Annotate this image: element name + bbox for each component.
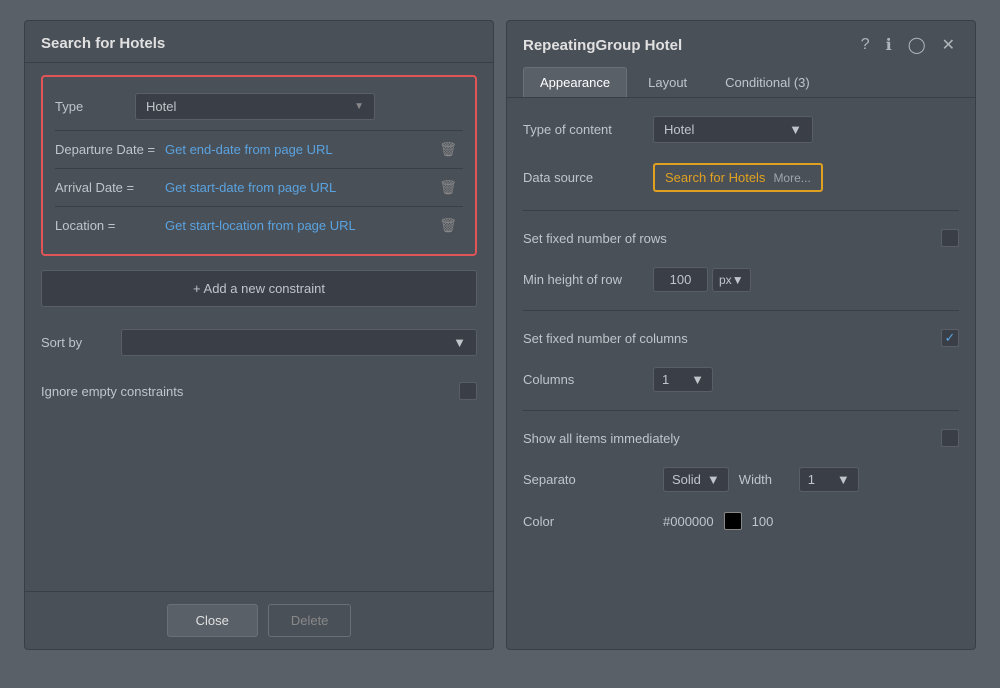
left-panel-content: Type Hotel ▼ Departure Date = Get end-da… xyxy=(25,63,493,591)
data-source-more[interactable]: More... xyxy=(773,171,810,185)
type-chevron-icon: ▼ xyxy=(354,101,364,112)
close-button[interactable]: Close xyxy=(167,604,258,637)
columns-row: Columns 1 ▼ xyxy=(523,363,959,396)
set-fixed-rows-row: Set fixed number of rows xyxy=(523,225,959,251)
divider-1 xyxy=(523,210,959,211)
color-swatch[interactable] xyxy=(724,512,742,530)
min-height-input[interactable] xyxy=(653,267,708,292)
min-height-unit-select[interactable]: px ▼ xyxy=(712,268,751,292)
add-constraint-button[interactable]: + Add a new constraint xyxy=(41,270,477,307)
right-panel-icons: ? ℹ ◯ ✕ xyxy=(857,33,959,57)
help-icon[interactable]: ? xyxy=(857,34,874,56)
ignore-row: Ignore empty constraints xyxy=(41,374,477,408)
show-all-checkbox[interactable] xyxy=(941,429,959,447)
data-source-row: Data source Search for Hotels More... xyxy=(523,159,959,196)
separator-select[interactable]: Solid ▼ xyxy=(663,467,729,492)
set-fixed-cols-checkbox[interactable]: ✓ xyxy=(941,329,959,347)
delete-constraint-2-icon[interactable]: 🗑 xyxy=(433,215,463,236)
sort-chevron-icon: ▼ xyxy=(453,335,466,350)
data-source-value: Search for Hotels xyxy=(665,170,765,185)
constraint-label-1: Arrival Date = xyxy=(55,180,165,195)
comment-icon[interactable]: ◯ xyxy=(904,33,930,57)
constraint-value-1[interactable]: Get start-date from page URL xyxy=(165,180,433,195)
close-icon[interactable]: ✕ xyxy=(938,33,959,57)
constraint-label-2: Location = xyxy=(55,218,165,233)
tab-appearance[interactable]: Appearance xyxy=(523,67,627,97)
type-of-content-chevron-icon: ▼ xyxy=(789,122,802,137)
set-fixed-rows-checkbox[interactable] xyxy=(941,229,959,247)
unit-chevron-icon: ▼ xyxy=(732,273,744,287)
min-height-unit: px xyxy=(719,273,732,287)
repeating-group-panel: RepeatingGroup Hotel ? ℹ ◯ ✕ Appearance … xyxy=(506,20,976,650)
type-of-content-value: Hotel xyxy=(664,122,694,137)
set-fixed-cols-row: Set fixed number of columns ✓ xyxy=(523,325,959,351)
type-of-content-label: Type of content xyxy=(523,122,653,137)
sort-select[interactable]: ▼ xyxy=(121,329,477,356)
constraint-row-2: Location = Get start-location from page … xyxy=(55,206,463,244)
constraint-row-0: Departure Date = Get end-date from page … xyxy=(55,130,463,168)
panel-footer: Close Delete xyxy=(25,591,493,649)
constraint-value-0[interactable]: Get end-date from page URL xyxy=(165,142,433,157)
sort-label: Sort by xyxy=(41,335,121,350)
width-label: Width xyxy=(739,472,789,487)
delete-button[interactable]: Delete xyxy=(268,604,352,637)
show-all-row: Show all items immediately xyxy=(523,425,959,451)
columns-value: 1 xyxy=(662,372,669,387)
type-of-content-row: Type of content Hotel ▼ xyxy=(523,112,959,147)
left-panel-title: Search for Hotels xyxy=(25,21,493,63)
separator-label: Separato xyxy=(523,472,653,487)
type-select[interactable]: Hotel ▼ xyxy=(135,93,375,120)
width-select[interactable]: 1 ▼ xyxy=(799,467,859,492)
tab-conditional[interactable]: Conditional (3) xyxy=(708,67,827,97)
delete-constraint-1-icon[interactable]: 🗑 xyxy=(433,177,463,198)
type-of-content-select[interactable]: Hotel ▼ xyxy=(653,116,813,143)
right-panel-header: RepeatingGroup Hotel ? ℹ ◯ ✕ xyxy=(507,21,975,57)
separator-chevron-icon: ▼ xyxy=(707,472,720,487)
data-source-select[interactable]: Search for Hotels More... xyxy=(653,163,823,192)
min-height-label: Min height of row xyxy=(523,272,653,287)
columns-label: Columns xyxy=(523,372,653,387)
data-source-label: Data source xyxy=(523,170,653,185)
set-fixed-rows-label: Set fixed number of rows xyxy=(523,231,667,246)
separator-row: Separato Solid ▼ Width 1 ▼ xyxy=(523,463,959,496)
ignore-label: Ignore empty constraints xyxy=(41,384,183,399)
info-icon[interactable]: ℹ xyxy=(882,33,896,57)
tabs-row: Appearance Layout Conditional (3) xyxy=(507,57,975,98)
constraint-value-2[interactable]: Get start-location from page URL xyxy=(165,218,433,233)
color-hex: #000000 xyxy=(663,514,714,529)
color-row: Color #000000 100 xyxy=(523,508,959,534)
type-row: Type Hotel ▼ xyxy=(55,87,463,130)
set-fixed-cols-label: Set fixed number of columns xyxy=(523,331,688,346)
right-panel-content: Type of content Hotel ▼ Data source Sear… xyxy=(507,98,975,548)
columns-select[interactable]: 1 ▼ xyxy=(653,367,713,392)
constraint-row-1: Arrival Date = Get start-date from page … xyxy=(55,168,463,206)
constraint-label-0: Departure Date = xyxy=(55,142,165,157)
tab-layout[interactable]: Layout xyxy=(631,67,704,97)
width-chevron-icon: ▼ xyxy=(837,472,850,487)
separator-value: Solid xyxy=(672,472,701,487)
sort-row: Sort by ▼ xyxy=(41,321,477,364)
show-all-label: Show all items immediately xyxy=(523,431,680,446)
right-panel-title: RepeatingGroup Hotel xyxy=(523,37,682,54)
min-height-row: Min height of row px ▼ xyxy=(523,263,959,296)
search-for-hotels-panel: Search for Hotels Type Hotel ▼ Departure… xyxy=(24,20,494,650)
color-opacity: 100 xyxy=(752,514,774,529)
divider-2 xyxy=(523,310,959,311)
columns-chevron-icon: ▼ xyxy=(691,372,704,387)
ignore-checkbox[interactable] xyxy=(459,382,477,400)
type-label: Type xyxy=(55,99,135,114)
constraint-box: Type Hotel ▼ Departure Date = Get end-da… xyxy=(41,75,477,256)
divider-3 xyxy=(523,410,959,411)
width-value: 1 xyxy=(808,472,815,487)
delete-constraint-0-icon[interactable]: 🗑 xyxy=(433,139,463,160)
type-value: Hotel xyxy=(146,99,176,114)
color-label: Color xyxy=(523,514,653,529)
